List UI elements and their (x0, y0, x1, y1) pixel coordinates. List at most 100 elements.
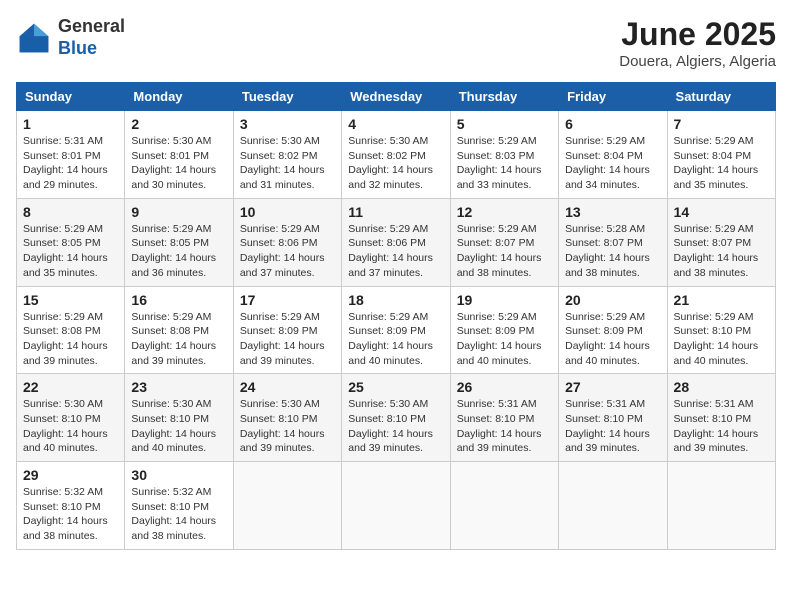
day-number: 8 (23, 204, 118, 220)
day-info: Sunrise: 5:29 AMSunset: 8:07 PMDaylight:… (457, 223, 542, 279)
day-number: 18 (348, 292, 443, 308)
calendar-row: 1 Sunrise: 5:31 AMSunset: 8:01 PMDayligh… (17, 111, 776, 199)
title-block: June 2025 Douera, Algiers, Algeria (619, 16, 776, 70)
day-number: 22 (23, 379, 118, 395)
day-number: 20 (565, 292, 660, 308)
col-saturday: Saturday (667, 83, 775, 111)
calendar-table: Sunday Monday Tuesday Wednesday Thursday… (16, 82, 776, 550)
table-row (342, 462, 450, 550)
calendar-header-row: Sunday Monday Tuesday Wednesday Thursday… (17, 83, 776, 111)
day-number: 1 (23, 116, 118, 132)
day-number: 24 (240, 379, 335, 395)
day-number: 6 (565, 116, 660, 132)
day-number: 9 (131, 204, 226, 220)
table-row (667, 462, 775, 550)
day-info: Sunrise: 5:29 AMSunset: 8:08 PMDaylight:… (131, 311, 216, 367)
day-number: 5 (457, 116, 552, 132)
table-row: 6 Sunrise: 5:29 AMSunset: 8:04 PMDayligh… (559, 111, 667, 199)
table-row: 7 Sunrise: 5:29 AMSunset: 8:04 PMDayligh… (667, 111, 775, 199)
table-row: 4 Sunrise: 5:30 AMSunset: 8:02 PMDayligh… (342, 111, 450, 199)
day-info: Sunrise: 5:29 AMSunset: 8:04 PMDaylight:… (674, 135, 759, 191)
day-number: 19 (457, 292, 552, 308)
table-row: 13 Sunrise: 5:28 AMSunset: 8:07 PMDaylig… (559, 198, 667, 286)
col-thursday: Thursday (450, 83, 558, 111)
day-info: Sunrise: 5:29 AMSunset: 8:09 PMDaylight:… (457, 311, 542, 367)
day-info: Sunrise: 5:30 AMSunset: 8:10 PMDaylight:… (240, 398, 325, 454)
day-number: 29 (23, 467, 118, 483)
calendar-row: 22 Sunrise: 5:30 AMSunset: 8:10 PMDaylig… (17, 374, 776, 462)
day-info: Sunrise: 5:29 AMSunset: 8:07 PMDaylight:… (674, 223, 759, 279)
day-number: 3 (240, 116, 335, 132)
page-header: General Blue June 2025 Douera, Algiers, … (16, 16, 776, 70)
table-row: 2 Sunrise: 5:30 AMSunset: 8:01 PMDayligh… (125, 111, 233, 199)
table-row: 1 Sunrise: 5:31 AMSunset: 8:01 PMDayligh… (17, 111, 125, 199)
day-info: Sunrise: 5:30 AMSunset: 8:02 PMDaylight:… (240, 135, 325, 191)
day-info: Sunrise: 5:31 AMSunset: 8:01 PMDaylight:… (23, 135, 108, 191)
day-number: 27 (565, 379, 660, 395)
day-info: Sunrise: 5:29 AMSunset: 8:03 PMDaylight:… (457, 135, 542, 191)
day-info: Sunrise: 5:29 AMSunset: 8:08 PMDaylight:… (23, 311, 108, 367)
logo: General Blue (16, 16, 125, 59)
day-info: Sunrise: 5:31 AMSunset: 8:10 PMDaylight:… (457, 398, 542, 454)
day-info: Sunrise: 5:30 AMSunset: 8:10 PMDaylight:… (348, 398, 433, 454)
table-row: 30 Sunrise: 5:32 AMSunset: 8:10 PMDaylig… (125, 462, 233, 550)
table-row: 14 Sunrise: 5:29 AMSunset: 8:07 PMDaylig… (667, 198, 775, 286)
table-row: 27 Sunrise: 5:31 AMSunset: 8:10 PMDaylig… (559, 374, 667, 462)
day-info: Sunrise: 5:28 AMSunset: 8:07 PMDaylight:… (565, 223, 650, 279)
col-friday: Friday (559, 83, 667, 111)
day-info: Sunrise: 5:32 AMSunset: 8:10 PMDaylight:… (23, 486, 108, 542)
page-subtitle: Douera, Algiers, Algeria (619, 53, 776, 70)
day-number: 10 (240, 204, 335, 220)
table-row: 3 Sunrise: 5:30 AMSunset: 8:02 PMDayligh… (233, 111, 341, 199)
table-row: 21 Sunrise: 5:29 AMSunset: 8:10 PMDaylig… (667, 286, 775, 374)
table-row: 8 Sunrise: 5:29 AMSunset: 8:05 PMDayligh… (17, 198, 125, 286)
calendar-row: 29 Sunrise: 5:32 AMSunset: 8:10 PMDaylig… (17, 462, 776, 550)
table-row: 23 Sunrise: 5:30 AMSunset: 8:10 PMDaylig… (125, 374, 233, 462)
day-number: 15 (23, 292, 118, 308)
calendar-row: 8 Sunrise: 5:29 AMSunset: 8:05 PMDayligh… (17, 198, 776, 286)
table-row: 22 Sunrise: 5:30 AMSunset: 8:10 PMDaylig… (17, 374, 125, 462)
table-row: 29 Sunrise: 5:32 AMSunset: 8:10 PMDaylig… (17, 462, 125, 550)
col-wednesday: Wednesday (342, 83, 450, 111)
day-number: 30 (131, 467, 226, 483)
table-row: 11 Sunrise: 5:29 AMSunset: 8:06 PMDaylig… (342, 198, 450, 286)
day-info: Sunrise: 5:31 AMSunset: 8:10 PMDaylight:… (674, 398, 759, 454)
table-row: 10 Sunrise: 5:29 AMSunset: 8:06 PMDaylig… (233, 198, 341, 286)
day-info: Sunrise: 5:29 AMSunset: 8:06 PMDaylight:… (348, 223, 433, 279)
col-tuesday: Tuesday (233, 83, 341, 111)
day-number: 4 (348, 116, 443, 132)
table-row (450, 462, 558, 550)
day-info: Sunrise: 5:32 AMSunset: 8:10 PMDaylight:… (131, 486, 216, 542)
day-number: 23 (131, 379, 226, 395)
day-info: Sunrise: 5:30 AMSunset: 8:01 PMDaylight:… (131, 135, 216, 191)
day-number: 17 (240, 292, 335, 308)
day-info: Sunrise: 5:30 AMSunset: 8:10 PMDaylight:… (131, 398, 216, 454)
table-row (559, 462, 667, 550)
table-row: 28 Sunrise: 5:31 AMSunset: 8:10 PMDaylig… (667, 374, 775, 462)
day-info: Sunrise: 5:29 AMSunset: 8:04 PMDaylight:… (565, 135, 650, 191)
day-number: 25 (348, 379, 443, 395)
day-number: 7 (674, 116, 769, 132)
day-number: 21 (674, 292, 769, 308)
day-info: Sunrise: 5:30 AMSunset: 8:02 PMDaylight:… (348, 135, 433, 191)
day-number: 13 (565, 204, 660, 220)
day-number: 28 (674, 379, 769, 395)
logo-icon (16, 20, 52, 56)
day-number: 2 (131, 116, 226, 132)
table-row: 18 Sunrise: 5:29 AMSunset: 8:09 PMDaylig… (342, 286, 450, 374)
table-row: 5 Sunrise: 5:29 AMSunset: 8:03 PMDayligh… (450, 111, 558, 199)
table-row: 12 Sunrise: 5:29 AMSunset: 8:07 PMDaylig… (450, 198, 558, 286)
day-info: Sunrise: 5:29 AMSunset: 8:06 PMDaylight:… (240, 223, 325, 279)
day-number: 16 (131, 292, 226, 308)
day-info: Sunrise: 5:30 AMSunset: 8:10 PMDaylight:… (23, 398, 108, 454)
day-number: 14 (674, 204, 769, 220)
col-sunday: Sunday (17, 83, 125, 111)
table-row: 15 Sunrise: 5:29 AMSunset: 8:08 PMDaylig… (17, 286, 125, 374)
table-row: 17 Sunrise: 5:29 AMSunset: 8:09 PMDaylig… (233, 286, 341, 374)
page-title: June 2025 (619, 16, 776, 53)
day-info: Sunrise: 5:29 AMSunset: 8:09 PMDaylight:… (565, 311, 650, 367)
calendar-row: 15 Sunrise: 5:29 AMSunset: 8:08 PMDaylig… (17, 286, 776, 374)
day-number: 26 (457, 379, 552, 395)
table-row (233, 462, 341, 550)
table-row: 25 Sunrise: 5:30 AMSunset: 8:10 PMDaylig… (342, 374, 450, 462)
